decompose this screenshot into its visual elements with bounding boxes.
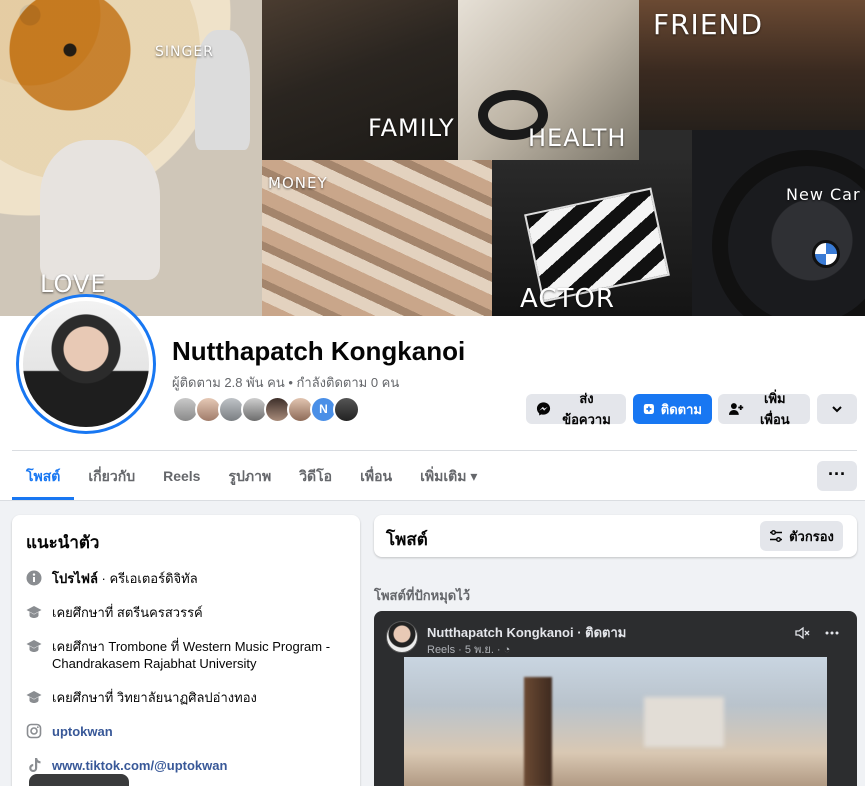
profile-stats[interactable]: ผู้ติดตาม 2.8 พัน คน • กำลังติดตาม 0 คน [172,372,399,393]
tabs-options-button[interactable]: ··· [817,461,857,491]
bmw-logo-icon [812,240,840,268]
add-friend-icon [728,403,744,415]
pinned-reel-card[interactable]: Nutthapatch Kongkanoi · ติดตาม Reels · 5… [374,611,857,786]
follow-button-label: ติดตาม [660,401,702,417]
messenger-icon [536,402,551,416]
tab-videos[interactable]: วิดีโอ [285,452,346,500]
reel-controls [794,625,840,644]
tab-more[interactable]: เพิ่มเติม ▾ [406,452,491,500]
reel-author-avatar[interactable] [386,621,418,653]
steering-wheel-image [712,150,865,316]
intro-education-item: เคยศึกษาที่ วิทยาลัยนาฏศิลปอ่างทอง [26,689,346,706]
cover-label-health: HEALTH [528,124,627,152]
profile-photo [19,297,153,431]
cover-label-friend: FRIEND [653,8,764,41]
mutual-friends-avatars[interactable]: N [172,396,360,423]
filter-button[interactable]: ตัวกรอง [760,521,843,551]
cover-photo[interactable]: SINGER LOVE FAMILY HEALTH FRIEND MONEY A… [0,0,865,316]
cover-label-singer: SINGER [155,44,214,60]
intro-tiktok-item: www.tiktok.com/@uptokwan [26,757,346,774]
cover-label-new-car: New Car [786,185,861,204]
profile-name: Nutthapatch Kongkanoi [172,336,466,366]
intro-instagram-item: uptokwan [26,723,346,740]
profile-label: โปรไฟล์ [52,571,98,586]
message-button-label: ส่งข้อความ [562,391,611,427]
profile-type-text: · ครีเอเตอร์ดิจิทัล [97,571,198,586]
chevron-down-icon [832,406,842,413]
message-button[interactable]: ส่งข้อความ [526,391,626,427]
cover-label-actor: ACTOR [520,284,615,314]
tiktok-icon [26,757,42,773]
cover-tile-friend: FRIEND [639,0,865,130]
profile-avatar[interactable] [16,294,156,434]
cover-tile-new-car: New Car [692,130,865,316]
graduation-cap-icon [26,689,42,705]
posts-header-card: โพสต์ ตัวกรอง [374,515,857,557]
mute-icon[interactable] [794,625,810,644]
tab-photos[interactable]: รูปภาพ [214,452,285,500]
friend-avatar[interactable] [333,396,360,423]
filter-sliders-icon [770,530,783,542]
intro-education-item: เคยศึกษาที่ สตรีนครสวรรค์ [26,604,346,621]
cover-tile-actor: ACTOR [492,160,692,316]
cover-label-love: LOVE [40,270,107,298]
cover-label-money: MONEY [268,174,328,192]
tab-about[interactable]: เกี่ยวกับ [74,452,149,500]
cover-label-family: FAMILY [368,114,455,142]
tab-friends[interactable]: เพื่อน [346,452,406,500]
cover-tile-love: SINGER LOVE [0,0,262,316]
follow-button[interactable]: ติดตาม [633,394,712,424]
more-options-icon[interactable] [824,625,840,644]
tiktok-link[interactable]: www.tiktok.com/@uptokwan [52,757,227,774]
filter-button-label: ตัวกรอง [789,528,834,544]
add-friend-button-label: เพิ่มเพื่อน [759,391,790,427]
cover-tile-money: MONEY [262,160,492,316]
intro-card: แนะนำตัว โปรไฟล์ · ครีเอเตอร์ดิจิทัล เคย… [12,515,360,786]
reel-meta: Reels · 5 พ.ย. · ◔ [427,644,511,656]
education-text: เคยศึกษาที่ วิทยาลัยนาฏศิลปอ่างทอง [52,690,257,705]
graduation-cap-icon [26,638,42,654]
posts-title: โพสต์ [386,530,428,549]
intro-action-button[interactable] [29,774,129,786]
cover-tile-health: HEALTH [458,0,639,160]
profile-more-dropdown[interactable] [817,394,857,424]
intro-education-item: เคยศึกษา Trombone ที่ Western Music Prog… [26,638,346,672]
instagram-link[interactable]: uptokwan [52,723,113,740]
graduation-cap-icon [26,604,42,620]
education-text: เคยศึกษา Trombone ที่ Western Music Prog… [52,639,331,671]
header-divider [12,450,857,451]
intro-profile-type: โปรไฟล์ · ครีเอเตอร์ดิจิทัล [26,570,346,587]
education-text: เคยศึกษาที่ สตรีนครสวรรค์ [52,605,203,620]
reel-video-preview[interactable] [404,657,827,786]
profile-page: SINGER LOVE FAMILY HEALTH FRIEND MONEY A… [0,0,865,786]
tab-posts[interactable]: โพสต์ [12,452,75,500]
info-icon [26,570,42,586]
love-cutout-image [40,140,160,280]
intro-title: แนะนำตัว [26,533,100,552]
cover-tile-family: FAMILY [262,0,458,160]
follow-icon [643,403,654,415]
tab-reels[interactable]: Reels [149,452,214,500]
add-friend-button[interactable]: เพิ่มเพื่อน [718,391,810,427]
profile-tabs: โพสต์ เกี่ยวกับ Reels รูปภาพ วิดีโอ เพื่… [12,452,491,500]
instagram-icon [26,723,42,739]
pinned-posts-label: โพสต์ที่ปักหมุดไว้ [374,588,471,603]
